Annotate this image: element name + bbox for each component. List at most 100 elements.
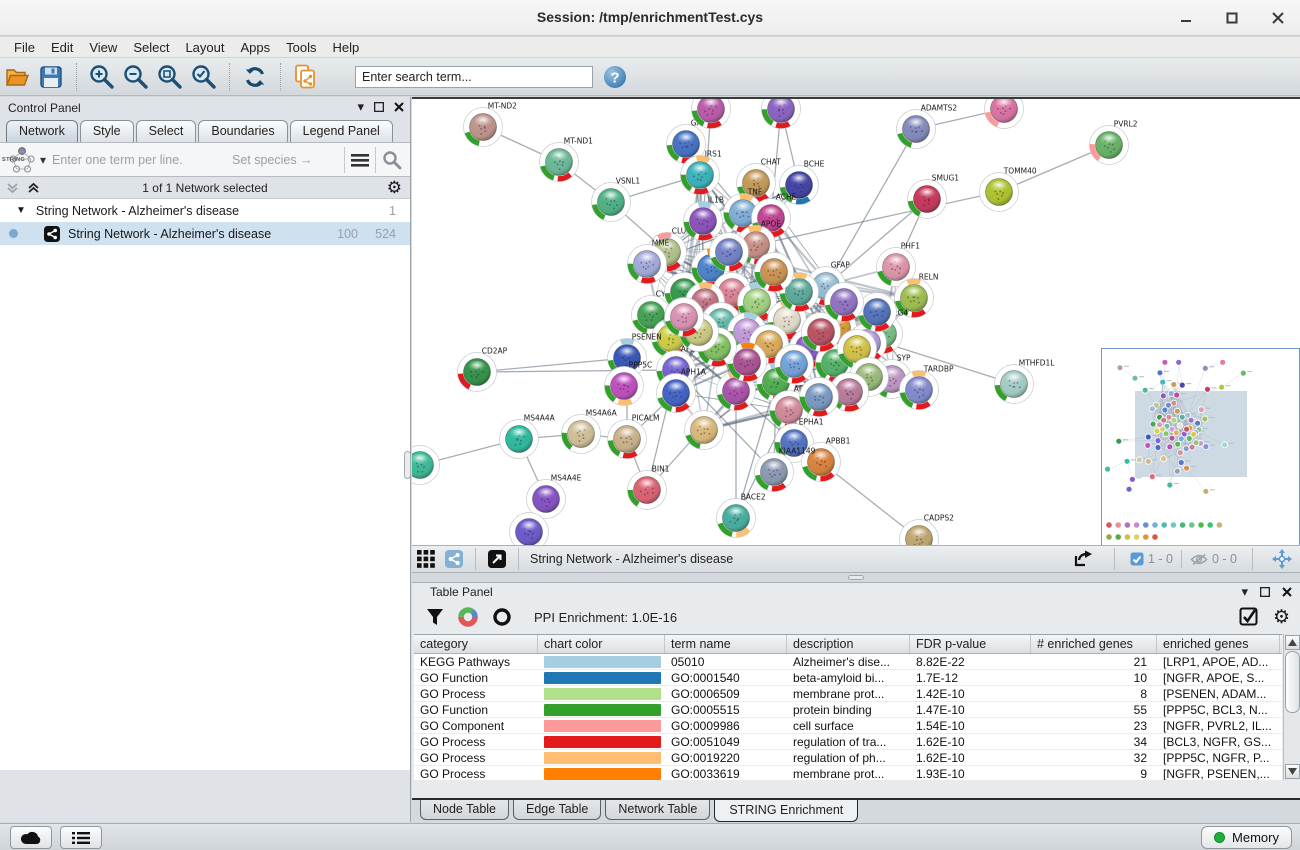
table-row[interactable]: GO FunctionGO:0005515protein binding1.47… xyxy=(414,702,1282,718)
tab-legend-panel[interactable]: Legend Panel xyxy=(290,120,393,142)
pan-tool-button[interactable] xyxy=(1269,547,1295,571)
species-selector[interactable]: Set species → xyxy=(232,153,313,167)
donut-chart-icon[interactable] xyxy=(458,607,478,627)
network-node[interactable] xyxy=(755,253,794,292)
minimize-button[interactable] xyxy=(1174,6,1198,30)
network-node[interactable]: ADAMTS2 xyxy=(897,104,958,149)
open-session-button[interactable] xyxy=(1,61,33,93)
zoom-out-button[interactable] xyxy=(120,61,152,93)
network-node[interactable] xyxy=(800,378,839,417)
network-node[interactable]: CD2AP xyxy=(458,347,508,392)
network-node[interactable]: PVRL2 xyxy=(1090,120,1138,165)
table-row[interactable]: KEGG Pathways05010Alzheimer's dise...8.8… xyxy=(414,654,1282,670)
table-scrollbar[interactable] xyxy=(1283,634,1300,780)
network-node[interactable] xyxy=(985,99,1024,129)
menu-layout[interactable]: Layout xyxy=(177,38,232,57)
menu-file[interactable]: File xyxy=(6,38,43,57)
memory-button[interactable]: Memory xyxy=(1201,826,1292,849)
table-row[interactable]: GO FunctionGO:0001540beta-amyloid bi...1… xyxy=(414,670,1282,686)
refresh-button[interactable] xyxy=(239,61,271,93)
menu-apps[interactable]: Apps xyxy=(233,38,279,57)
network-node[interactable]: MS4A4E xyxy=(527,474,582,519)
network-node[interactable]: IL1B xyxy=(684,196,725,241)
menu-edit[interactable]: Edit xyxy=(43,38,81,57)
network-row-selected[interactable]: String Network - Alzheimer's disease 100… xyxy=(0,222,410,245)
network-node[interactable]: CADPS2 xyxy=(900,514,955,546)
zoom-in-button[interactable] xyxy=(86,61,118,93)
tab-string-enrichment[interactable]: STRING Enrichment xyxy=(714,800,858,822)
tab-style[interactable]: Style xyxy=(80,120,134,142)
task-list-button[interactable] xyxy=(60,826,102,849)
save-session-button[interactable] xyxy=(35,61,67,93)
network-node[interactable]: PICALM xyxy=(608,414,660,459)
column-header-termname[interactable]: term name xyxy=(665,635,787,653)
scroll-up-button[interactable] xyxy=(1285,635,1300,650)
zoom-fit-button[interactable] xyxy=(154,61,186,93)
close-panel-icon[interactable] xyxy=(394,102,404,112)
panel-splitter-handle[interactable] xyxy=(404,451,411,479)
network-from-clipboard-button[interactable] xyxy=(290,61,322,93)
detach-view-button[interactable] xyxy=(484,547,510,571)
network-node[interactable] xyxy=(412,446,440,485)
help-button[interactable]: ? xyxy=(599,61,631,93)
table-row[interactable]: GO ComponentGO:0009986cell surface1.54E-… xyxy=(414,718,1282,734)
column-header-category[interactable]: category xyxy=(414,635,538,653)
menu-tools[interactable]: Tools xyxy=(278,38,324,57)
menu-help[interactable]: Help xyxy=(325,38,368,57)
scroll-down-button[interactable] xyxy=(1285,764,1300,779)
network-canvas[interactable]: MT-ND2MT-ND1VSNL1GAB2IRS1CLUCHATBCHEIL1B… xyxy=(412,97,1300,545)
table-row[interactable]: GO ProcessGO:0051049regulation of tra...… xyxy=(414,734,1282,750)
horizontal-splitter[interactable] xyxy=(412,573,1300,582)
network-node[interactable]: MT-ND1 xyxy=(540,137,594,182)
panel-menu-caret-icon[interactable]: ▾ xyxy=(357,99,364,115)
menu-select[interactable]: Select xyxy=(125,38,177,57)
network-collection-row[interactable]: ▼ String Network - Alzheimer's disease 1 xyxy=(0,199,410,222)
close-table-panel-icon[interactable] xyxy=(1282,587,1292,597)
network-node[interactable] xyxy=(685,411,724,450)
network-node[interactable]: MTHFD1L xyxy=(995,359,1056,404)
string-options-menu-icon[interactable] xyxy=(351,153,369,167)
export-network-button[interactable] xyxy=(1070,547,1098,571)
select-terms-checkbox-icon[interactable] xyxy=(1239,607,1259,627)
birdseye-view[interactable] xyxy=(1101,348,1300,545)
tab-boundaries[interactable]: Boundaries xyxy=(198,120,287,142)
enrichment-table[interactable]: categorychart colorterm namedescriptionF… xyxy=(414,634,1282,780)
tab-edge-table[interactable]: Edge Table xyxy=(513,800,601,820)
network-node[interactable] xyxy=(665,298,704,337)
tree-expander-icon[interactable]: ▼ xyxy=(16,205,26,216)
close-button[interactable] xyxy=(1266,6,1290,30)
network-node[interactable]: MS4A4A xyxy=(500,414,556,459)
network-node[interactable]: BACE2 xyxy=(717,493,766,538)
string-search-icon[interactable] xyxy=(382,150,402,170)
network-node[interactable]: MT-ND2 xyxy=(464,102,518,147)
tab-network-table[interactable]: Network Table xyxy=(605,800,710,820)
column-header-enrichedgenes[interactable]: enriched genes xyxy=(1157,635,1280,653)
column-header-chartcolor[interactable]: chart color xyxy=(538,635,665,653)
tab-select[interactable]: Select xyxy=(136,120,197,142)
network-share-view-button[interactable] xyxy=(441,547,467,571)
tab-node-table[interactable]: Node Table xyxy=(420,800,509,820)
column-header-enrichedgenes[interactable]: # enriched genes xyxy=(1031,635,1157,653)
splitter-handle[interactable] xyxy=(848,575,864,580)
float-table-panel-icon[interactable] xyxy=(1260,587,1270,597)
column-header-description[interactable]: description xyxy=(787,635,910,653)
search-input[interactable] xyxy=(355,66,593,88)
cloud-tasks-button[interactable] xyxy=(10,826,52,849)
network-node[interactable]: TOMM40 xyxy=(980,167,1037,212)
network-node[interactable] xyxy=(775,345,814,384)
network-node[interactable]: VSNL1 xyxy=(592,177,641,222)
tab-network[interactable]: Network xyxy=(6,120,78,142)
table-row[interactable]: GO ProcessGO:0033619membrane prot...1.93… xyxy=(414,766,1282,780)
maximize-button[interactable] xyxy=(1220,6,1244,30)
float-panel-icon[interactable] xyxy=(374,102,384,112)
ring-chart-icon[interactable] xyxy=(492,607,512,627)
grid-view-button[interactable] xyxy=(413,547,439,571)
network-node[interactable] xyxy=(825,283,864,322)
network-node[interactable]: SMUG1 xyxy=(908,174,960,219)
string-protein-query-button[interactable]: STRING xyxy=(0,145,44,175)
network-node[interactable] xyxy=(762,99,801,129)
scrollbar-thumb[interactable] xyxy=(1285,651,1300,713)
string-query-input[interactable]: Enter one term per line. xyxy=(52,153,183,167)
network-node[interactable]: BIN1 xyxy=(628,465,670,510)
table-panel-menu-caret-icon[interactable]: ▾ xyxy=(1241,584,1248,600)
